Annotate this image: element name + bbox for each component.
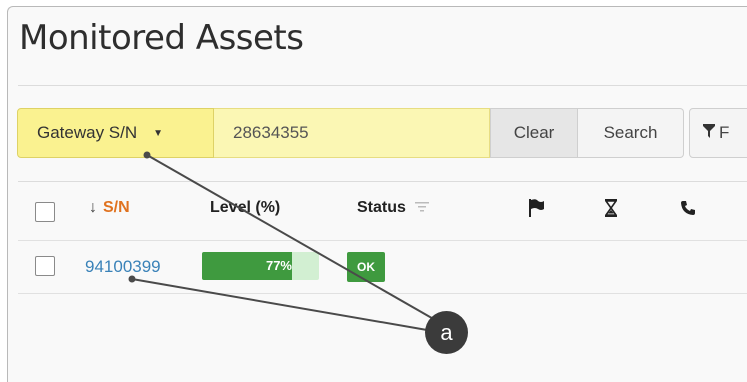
- callout-badge: a: [425, 311, 468, 354]
- callout-lines: [128, 151, 438, 331]
